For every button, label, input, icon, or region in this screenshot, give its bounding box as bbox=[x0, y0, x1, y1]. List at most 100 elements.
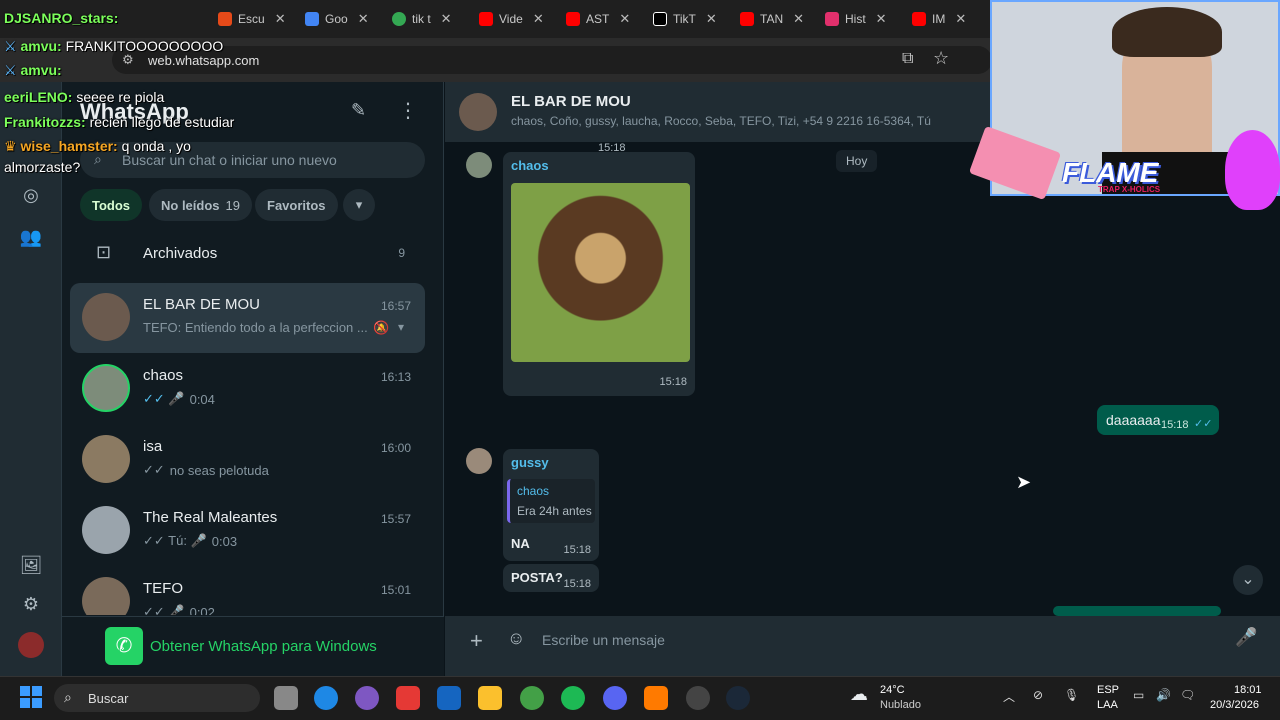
chat-row-chaos[interactable]: chaos 16:13 ✓✓ 🎤 0:04 bbox=[70, 354, 425, 424]
browser-tab[interactable]: TikT ✕ bbox=[653, 6, 717, 32]
install-app-icon[interactable]: ⧉ bbox=[902, 50, 913, 68]
language-code[interactable]: ESP bbox=[1097, 684, 1119, 696]
obs-icon[interactable] bbox=[686, 686, 710, 710]
volume-icon[interactable]: 🔊 bbox=[1156, 688, 1171, 702]
chevron-down-icon[interactable]: ▾ bbox=[398, 320, 404, 334]
scroll-down-button[interactable]: ⌄ bbox=[1233, 565, 1263, 595]
avatar bbox=[82, 577, 130, 615]
chat-row-tefo[interactable]: TEFO 15:01 ✓✓ 🎤 0:02 bbox=[70, 567, 425, 615]
keyboard-layout[interactable]: LAA bbox=[1097, 699, 1118, 711]
close-icon[interactable]: ✕ bbox=[533, 11, 544, 27]
start-windows-icon[interactable] bbox=[20, 686, 42, 708]
browser-tab[interactable]: Goo ✕ bbox=[305, 6, 369, 32]
archive-icon: ⊡ bbox=[96, 242, 112, 262]
start-tile bbox=[20, 698, 30, 708]
communities-icon[interactable]: 👥 bbox=[18, 224, 44, 250]
steam-icon[interactable] bbox=[726, 686, 750, 710]
tab-label: Hist bbox=[845, 12, 866, 26]
chat-text: recien llego de estudiar bbox=[89, 114, 235, 130]
image-message[interactable]: chaos 15:18 bbox=[503, 152, 695, 396]
menu-kebab-icon[interactable]: ⋮ bbox=[398, 98, 418, 123]
emoji-sticker-icon[interactable]: ☺ bbox=[507, 628, 525, 649]
reply-message[interactable]: gussy chaos Era 24h antes NA 15:18 bbox=[503, 449, 599, 561]
browser-tab[interactable]: Vide ✕ bbox=[479, 6, 544, 32]
monkey-image[interactable] bbox=[511, 183, 690, 362]
edge-icon[interactable] bbox=[314, 686, 338, 710]
tab-label: IM bbox=[932, 12, 946, 26]
close-icon[interactable]: ✕ bbox=[955, 11, 966, 27]
quoted-text: Era 24h antes bbox=[517, 504, 592, 518]
close-icon[interactable]: ✕ bbox=[793, 11, 804, 27]
outgoing-message-partial[interactable] bbox=[1053, 606, 1221, 616]
filter-unread-chip[interactable]: No leídos 19 bbox=[149, 189, 252, 221]
tab-label: TikT bbox=[673, 12, 696, 26]
read-ticks-mic-icon: ✓✓ 🎤 bbox=[143, 391, 185, 406]
message-time: 15:18 bbox=[1161, 419, 1189, 431]
chat-username: amvu: bbox=[20, 38, 62, 54]
clock-date[interactable]: 20/3/2026 bbox=[1210, 699, 1259, 711]
browser-tab[interactable]: Escu ✕ bbox=[218, 6, 286, 32]
attach-plus-icon[interactable]: + bbox=[470, 628, 483, 654]
media-icon[interactable]: 🖼 bbox=[18, 552, 44, 578]
browser-tab[interactable]: AST ✕ bbox=[566, 6, 630, 32]
sender-avatar[interactable] bbox=[466, 448, 492, 474]
chat-name: The Real Maleantes bbox=[143, 509, 278, 526]
message-input[interactable]: Escribe un mensaje bbox=[530, 624, 1216, 656]
bookmark-star-icon[interactable]: ☆ bbox=[933, 48, 949, 69]
chat-name: TEFO bbox=[143, 580, 183, 597]
discord-icon[interactable] bbox=[603, 686, 627, 710]
close-icon[interactable]: ✕ bbox=[358, 11, 369, 27]
browser-tab[interactable]: Hist ✕ bbox=[825, 6, 887, 32]
chrome-icon[interactable] bbox=[520, 686, 544, 710]
store-icon[interactable] bbox=[396, 686, 420, 710]
spotify-icon[interactable] bbox=[561, 686, 585, 710]
chat-username: DJSANRO_stars: bbox=[4, 10, 119, 26]
filter-favorites-chip[interactable]: Favoritos bbox=[255, 189, 338, 221]
new-chat-icon[interactable]: ✎ bbox=[351, 100, 366, 121]
network-off-icon[interactable]: ⊘ bbox=[1033, 688, 1043, 702]
url-input[interactable]: web.whatsapp.com bbox=[112, 46, 992, 74]
quoted-message[interactable]: chaos Era 24h antes bbox=[507, 479, 595, 523]
outgoing-message[interactable]: daaaaaa 15:18 ✓✓ bbox=[1097, 405, 1219, 435]
browser-tab[interactable]: TAN ✕ bbox=[740, 6, 804, 32]
outlook-icon[interactable] bbox=[437, 686, 461, 710]
close-icon[interactable]: ✕ bbox=[275, 11, 286, 27]
sender-avatar[interactable] bbox=[466, 152, 492, 178]
taskbar-search-input[interactable]: Buscar bbox=[54, 684, 260, 712]
group-avatar[interactable] bbox=[459, 93, 497, 131]
group-name: EL BAR DE MOU bbox=[511, 93, 631, 110]
get-windows-link[interactable]: Obtener WhatsApp para Windows bbox=[150, 638, 377, 655]
microphone-icon[interactable]: 🎙 bbox=[1064, 688, 1079, 702]
filter-more-dropdown[interactable]: ▾ bbox=[343, 189, 375, 221]
close-icon[interactable]: ✕ bbox=[706, 11, 717, 27]
settings-gear-icon[interactable]: ⚙ bbox=[18, 591, 44, 617]
flame-logo-subtitle: TRAP X-HOLICS bbox=[1098, 185, 1161, 194]
incoming-message[interactable]: POSTA? 15:18 bbox=[503, 564, 599, 592]
microphone-icon[interactable]: 🎤 bbox=[1235, 627, 1257, 648]
copilot-icon[interactable] bbox=[355, 686, 379, 710]
browser-tab[interactable]: IM ✕ bbox=[912, 6, 966, 32]
chat-text: FRANKITOOOOOOOOO bbox=[65, 38, 224, 54]
avatar bbox=[82, 293, 130, 341]
filter-all-chip[interactable]: Todos bbox=[80, 189, 143, 221]
close-icon[interactable]: ✕ bbox=[441, 11, 452, 27]
chat-row-the-real-maleantes[interactable]: The Real Maleantes 15:57 ✓✓ Tú: 🎤 0:03 bbox=[70, 496, 425, 566]
cloud-app-icon[interactable] bbox=[644, 686, 668, 710]
weather-cloud-icon[interactable]: ☁ bbox=[850, 684, 868, 705]
chat-row-el-bar-de-mou[interactable]: EL BAR DE MOU 16:57 TEFO: Entiendo todo … bbox=[70, 283, 425, 353]
notifications-icon[interactable]: 🗨 bbox=[1180, 688, 1195, 702]
browser-tab[interactable]: tik t ✕ bbox=[392, 6, 452, 32]
chevron-up-icon[interactable]: ︿ bbox=[1003, 688, 1015, 705]
file-explorer-icon[interactable] bbox=[478, 686, 502, 710]
chat-text: almorzaste? bbox=[4, 159, 81, 175]
profile-avatar[interactable] bbox=[18, 632, 44, 658]
close-icon[interactable]: ✕ bbox=[876, 11, 887, 27]
close-icon[interactable]: ✕ bbox=[619, 11, 630, 27]
clock-time[interactable]: 18:01 bbox=[1234, 684, 1262, 696]
channels-icon[interactable]: ◎ bbox=[18, 182, 44, 208]
archived-row[interactable]: ⊡ Archivados 9 bbox=[70, 232, 425, 274]
task-view-icon[interactable] bbox=[274, 686, 298, 710]
display-icon[interactable]: ▭ bbox=[1133, 688, 1144, 702]
read-ticks-mic-icon: ✓✓ Tú: 🎤 bbox=[143, 533, 207, 548]
chat-row-isa[interactable]: isa 16:00 ✓✓ no seas pelotuda bbox=[70, 425, 425, 495]
